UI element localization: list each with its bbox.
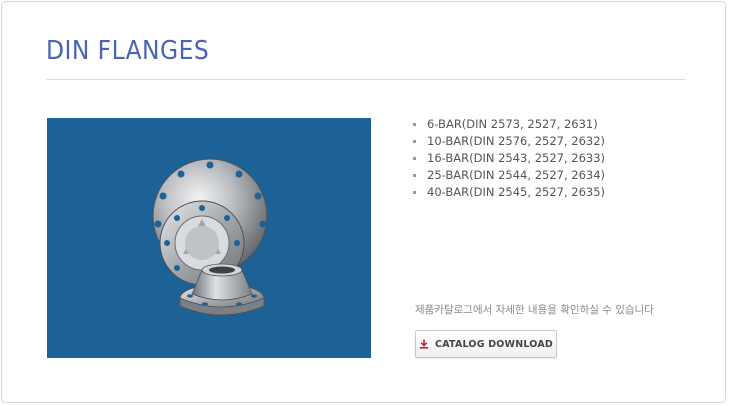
spec-text: 6-BAR(DIN 2573, 2527, 2631) [427, 117, 598, 131]
spec-item: 16-BAR(DIN 2543, 2527, 2633) [413, 150, 605, 167]
flange-photo [152, 158, 268, 316]
bullet-icon [413, 191, 416, 194]
product-image [47, 118, 371, 358]
spec-text: 10-BAR(DIN 2576, 2527, 2632) [427, 134, 606, 148]
catalog-download-button[interactable]: CATALOG DOWNLOAD [415, 330, 557, 358]
page-title: DIN FLANGES [46, 36, 210, 66]
spec-item: 6-BAR(DIN 2573, 2527, 2631) [413, 116, 605, 133]
spec-item: 10-BAR(DIN 2576, 2527, 2632) [413, 133, 605, 150]
catalog-download-label: CATALOG DOWNLOAD [435, 338, 553, 350]
spec-text: 16-BAR(DIN 2543, 2527, 2633) [427, 151, 606, 165]
bullet-icon [413, 157, 416, 160]
catalog-notice: 제품카탈로그에서 자세한 내용을 확인하실 수 있습니다 [415, 304, 654, 316]
spec-list: 6-BAR(DIN 2573, 2527, 2631) 10-BAR(DIN 2… [413, 116, 605, 201]
spec-item: 25-BAR(DIN 2544, 2527, 2634) [413, 167, 605, 184]
spec-text: 40-BAR(DIN 2545, 2527, 2635) [427, 185, 606, 199]
bullet-icon [413, 174, 416, 177]
spec-text: 25-BAR(DIN 2544, 2527, 2634) [427, 168, 606, 182]
bullet-icon [413, 140, 416, 143]
bullet-icon [413, 123, 416, 126]
content-panel: DIN FLANGES 6-BAR(DIN 2573, 2527, 2631) … [1, 1, 726, 403]
spec-item: 40-BAR(DIN 2545, 2527, 2635) [413, 184, 605, 201]
title-divider [46, 79, 685, 80]
download-icon [419, 339, 429, 349]
